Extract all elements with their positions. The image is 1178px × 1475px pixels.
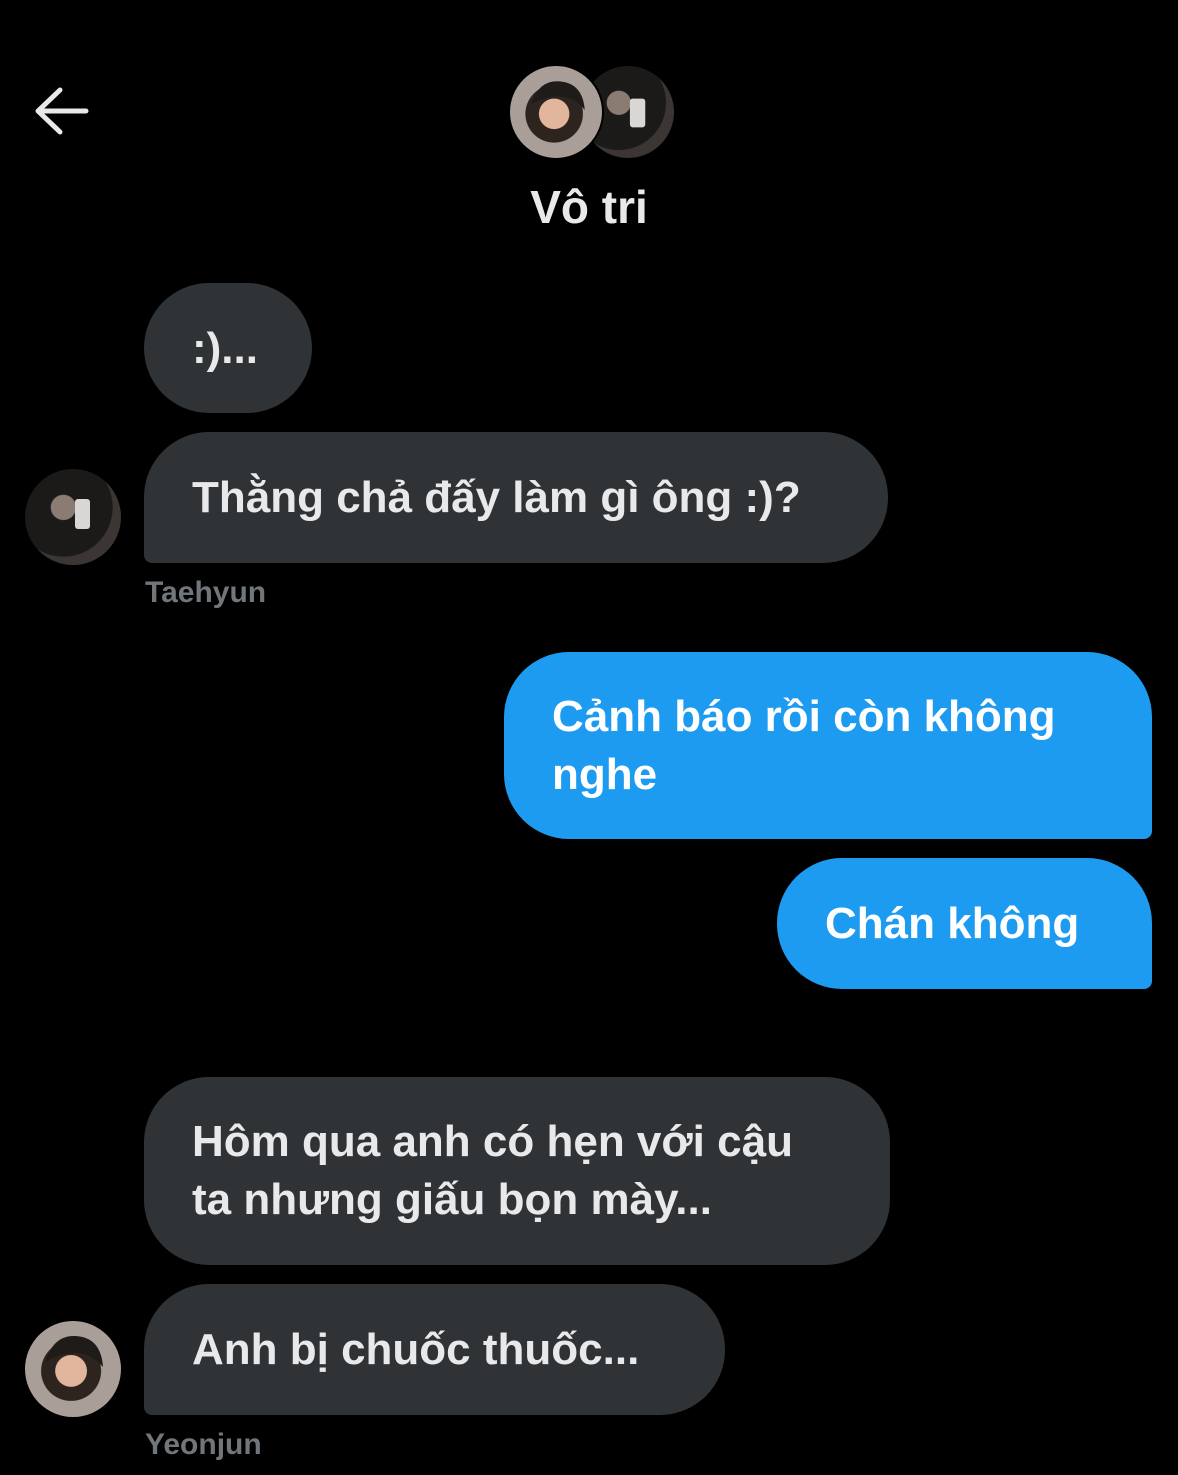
- sender-avatar-yeonjun[interactable]: [25, 1321, 121, 1417]
- message-bubble-outgoing[interactable]: Cảnh báo rồi còn không nghe: [504, 652, 1152, 839]
- message-bubble-outgoing[interactable]: Chán không: [777, 858, 1152, 989]
- message-text-line: ta nhưng giấu bọn mày...: [192, 1175, 712, 1224]
- group-avatar-1: [508, 64, 604, 160]
- group-avatars[interactable]: [508, 64, 676, 162]
- message-text-line: Hôm qua anh có hẹn với cậu: [192, 1117, 793, 1166]
- message-bubble-incoming[interactable]: Hôm qua anh có hẹn với cậu ta nhưng giấu…: [144, 1077, 890, 1265]
- message-text: Thằng chả đấy làm gì ông :)?: [192, 473, 801, 522]
- message-text: Chán không: [825, 899, 1080, 948]
- message-bubble-incoming[interactable]: :)...: [144, 283, 312, 413]
- arrow-left-icon: [35, 87, 89, 135]
- message-bubble-incoming[interactable]: Anh bị chuốc thuốc...: [144, 1284, 725, 1415]
- sender-avatar-taehyun[interactable]: [25, 469, 121, 565]
- message-text-line: nghe: [552, 750, 658, 799]
- message-text: :)...: [192, 324, 258, 373]
- message-bubble-incoming[interactable]: Thằng chả đấy làm gì ông :)?: [144, 432, 888, 563]
- back-button[interactable]: [30, 82, 92, 140]
- sender-name: Taehyun: [145, 576, 267, 609]
- message-text: Anh bị chuốc thuốc...: [192, 1325, 640, 1374]
- sender-name: Yeonjun: [145, 1428, 262, 1461]
- message-text-line: Cảnh báo rồi còn không: [552, 692, 1056, 741]
- conversation-title: Vô tri: [530, 181, 648, 233]
